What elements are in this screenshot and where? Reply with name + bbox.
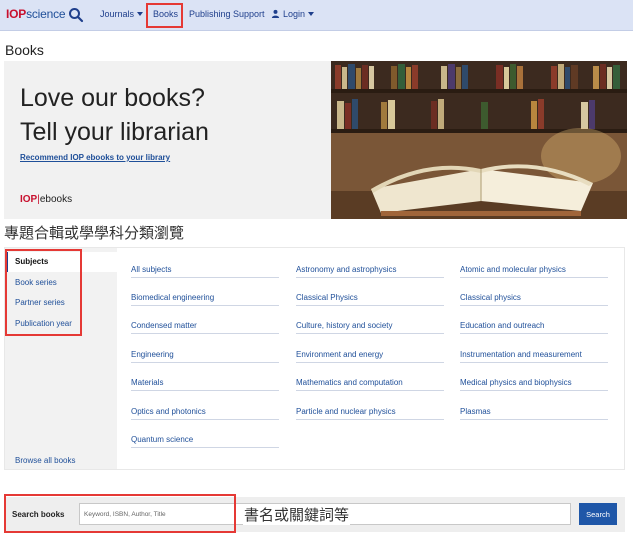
- recommend-link[interactable]: Recommend IOP ebooks to your library: [20, 153, 170, 162]
- hero-heading: Love our books? Tell your librarian: [20, 84, 209, 146]
- search-icon[interactable]: [68, 7, 84, 23]
- search-button[interactable]: Search: [579, 503, 617, 525]
- subject-link[interactable]: Instrumentation and measurement: [460, 350, 608, 363]
- subject-link[interactable]: Quantum science: [131, 435, 279, 448]
- subject-link[interactable]: Particle and nuclear physics: [296, 407, 444, 420]
- subject-link[interactable]: Classical Physics: [296, 293, 444, 306]
- subject-link[interactable]: Classical physics: [460, 293, 608, 306]
- page-title: Books: [5, 42, 44, 58]
- top-navbar: IOPscience Journals Books Publishing Sup…: [0, 0, 633, 31]
- subject-link[interactable]: Environment and energy: [296, 350, 444, 363]
- subject-link[interactable]: Condensed matter: [131, 321, 279, 334]
- subject-link[interactable]: Atomic and molecular physics: [460, 265, 608, 278]
- subject-link[interactable]: Medical physics and biophysics: [460, 378, 608, 391]
- subject-link[interactable]: Culture, history and society: [296, 321, 444, 334]
- subject-link[interactable]: Education and outreach: [460, 321, 608, 334]
- browse-panel: Subjects Book series Partner series Publ…: [4, 247, 625, 470]
- subject-link[interactable]: Astronomy and astrophysics: [296, 265, 444, 278]
- subject-link[interactable]: Engineering: [131, 350, 279, 363]
- nav-login[interactable]: Login: [271, 9, 315, 19]
- iopscience-logo[interactable]: IOPscience: [6, 7, 66, 21]
- highlight-browse-tabs: [5, 249, 82, 336]
- iop-ebooks-logo: IOP|ebooks: [20, 194, 73, 205]
- subject-link[interactable]: All subjects: [131, 265, 279, 278]
- nav-publishing-support[interactable]: Publishing Support: [189, 9, 265, 19]
- chevron-down-icon: [308, 12, 315, 16]
- browse-annotation: 專題合輯或學學科分類瀏覽: [4, 225, 185, 242]
- browse-all-books-link[interactable]: Browse all books: [15, 456, 75, 465]
- chevron-down-icon: [137, 12, 144, 16]
- subject-link[interactable]: Plasmas: [460, 407, 608, 420]
- highlight-search: [4, 494, 236, 533]
- hero-banner: Love our books? Tell your librarian Reco…: [4, 61, 627, 219]
- user-icon: [271, 9, 280, 18]
- search-annotation: 書名或關鍵詞等: [243, 504, 351, 525]
- subject-link[interactable]: Optics and photonics: [131, 407, 279, 420]
- highlight-books: [146, 3, 183, 28]
- subject-link[interactable]: Mathematics and computation: [296, 378, 444, 391]
- subject-link[interactable]: Biomedical engineering: [131, 293, 279, 306]
- library-book-image: [331, 61, 627, 219]
- subject-link[interactable]: Materials: [131, 378, 279, 391]
- nav-journals[interactable]: Journals: [100, 9, 144, 19]
